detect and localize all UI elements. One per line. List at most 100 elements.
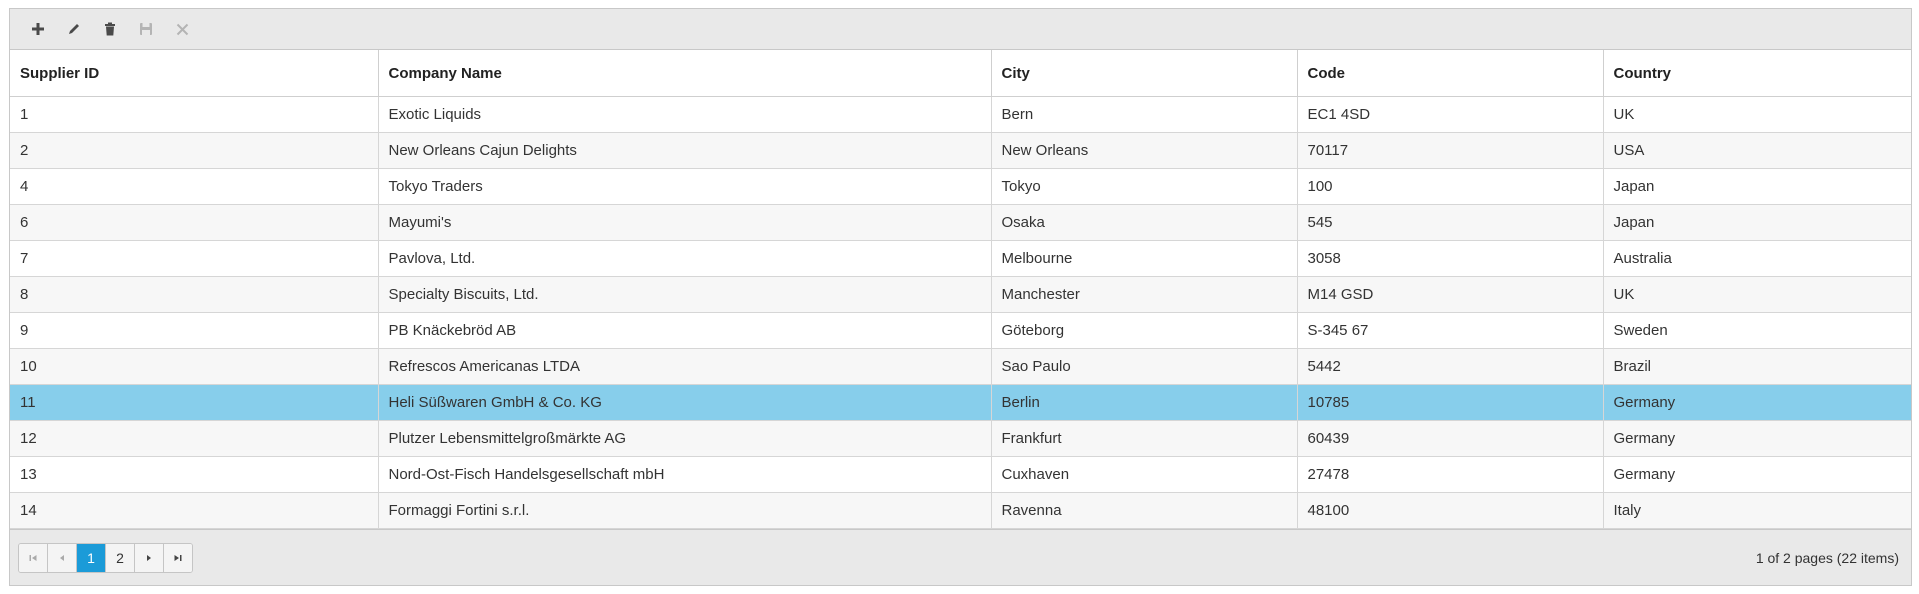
cell-company-name[interactable]: Heli Süßwaren GmbH & Co. KG	[378, 384, 992, 421]
cell-country[interactable]: UK	[1603, 276, 1911, 313]
cell-city[interactable]: Göteborg	[991, 312, 1298, 349]
last-page-button[interactable]	[164, 543, 192, 572]
cell-company-name[interactable]: Pavlova, Ltd.	[378, 240, 992, 277]
cell-supplier-id[interactable]: 10	[10, 348, 379, 385]
page-button-2[interactable]: 2	[106, 543, 135, 572]
cell-company-name[interactable]: Plutzer Lebensmittelgroßmärkte AG	[378, 420, 992, 457]
last-page-icon	[174, 554, 182, 561]
cell-company-name[interactable]: Mayumi's	[378, 204, 992, 241]
cell-company-name[interactable]: Formaggi Fortini s.r.l.	[378, 492, 992, 529]
cell-company-name[interactable]: PB Knäckebröd AB	[378, 312, 992, 349]
cell-country[interactable]: Japan	[1603, 204, 1911, 241]
cell-code[interactable]: M14 GSD	[1297, 276, 1604, 313]
edit-button[interactable]	[56, 11, 92, 47]
prev-page-icon	[60, 554, 64, 561]
page-button-1[interactable]: 1	[77, 543, 106, 572]
cell-city[interactable]: Melbourne	[991, 240, 1298, 277]
cell-code[interactable]: 70117	[1297, 132, 1604, 169]
table-row[interactable]: 7 Pavlova, Ltd. Melbourne 3058 Australia	[10, 240, 1911, 277]
cell-company-name[interactable]: New Orleans Cajun Delights	[378, 132, 992, 169]
cell-company-name[interactable]: Exotic Liquids	[378, 96, 992, 133]
pager-buttons: 1 2	[18, 542, 193, 573]
table-row[interactable]: 1 Exotic Liquids Bern EC1 4SD UK	[10, 96, 1911, 133]
cell-company-name[interactable]: Specialty Biscuits, Ltd.	[378, 276, 992, 313]
cell-country[interactable]: Australia	[1603, 240, 1911, 277]
first-page-button[interactable]	[19, 543, 48, 572]
cell-supplier-id[interactable]: 9	[10, 312, 379, 349]
cell-supplier-id[interactable]: 13	[10, 456, 379, 493]
cell-country[interactable]: Germany	[1603, 456, 1911, 493]
column-header-country[interactable]: Country	[1603, 50, 1911, 97]
grid-toolbar	[10, 9, 1911, 50]
cell-code[interactable]: 48100	[1297, 492, 1604, 529]
cell-code[interactable]: 100	[1297, 168, 1604, 205]
cell-supplier-id[interactable]: 11	[10, 384, 379, 421]
cell-supplier-id[interactable]: 12	[10, 420, 379, 457]
trash-icon	[105, 22, 115, 36]
cell-supplier-id[interactable]: 2	[10, 132, 379, 169]
cell-city[interactable]: New Orleans	[991, 132, 1298, 169]
cell-code[interactable]: 60439	[1297, 420, 1604, 457]
table-row[interactable]: 9 PB Knäckebröd AB Göteborg S-345 67 Sweden	[10, 312, 1911, 349]
table-row[interactable]: 6 Mayumi's Osaka 545 Japan	[10, 204, 1911, 241]
save-button[interactable]	[128, 11, 164, 47]
cell-country[interactable]: Germany	[1603, 384, 1911, 421]
table-row[interactable]: 2 New Orleans Cajun Delights New Orleans 70…	[10, 132, 1911, 169]
cell-city[interactable]: Sao Paulo	[991, 348, 1298, 385]
cell-supplier-id[interactable]: 1	[10, 96, 379, 133]
cell-city[interactable]: Manchester	[991, 276, 1298, 313]
cell-code[interactable]: S-345 67	[1297, 312, 1604, 349]
cell-supplier-id[interactable]: 4	[10, 168, 379, 205]
cell-code[interactable]: 3058	[1297, 240, 1604, 277]
cell-supplier-id[interactable]: 14	[10, 492, 379, 529]
cell-code[interactable]: 5442	[1297, 348, 1604, 385]
column-header-company-name[interactable]: Company Name	[378, 50, 992, 97]
close-icon	[176, 23, 188, 35]
save-icon	[140, 23, 152, 35]
cell-code[interactable]: 27478	[1297, 456, 1604, 493]
cell-supplier-id[interactable]: 7	[10, 240, 379, 277]
cell-city[interactable]: Frankfurt	[991, 420, 1298, 457]
cell-country[interactable]: USA	[1603, 132, 1911, 169]
table-row[interactable]: 14 Formaggi Fortini s.r.l. Ravenna 48100 Ita…	[10, 492, 1911, 529]
column-header-supplier-id[interactable]: Supplier ID	[10, 50, 379, 97]
cell-country[interactable]: UK	[1603, 96, 1911, 133]
delete-button[interactable]	[92, 11, 128, 47]
table-row[interactable]: 10 Refrescos Americanas LTDA Sao Paulo 5442…	[10, 348, 1911, 385]
cell-code[interactable]: 545	[1297, 204, 1604, 241]
cell-code[interactable]: 10785	[1297, 384, 1604, 421]
cell-city[interactable]: Bern	[991, 96, 1298, 133]
cell-company-name[interactable]: Nord-Ost-Fisch Handelsgesellschaft mbH	[378, 456, 992, 493]
add-button[interactable]	[20, 11, 56, 47]
cell-city[interactable]: Osaka	[991, 204, 1298, 241]
cell-country[interactable]: Germany	[1603, 420, 1911, 457]
header-row: Supplier ID Company Name City Code Count…	[10, 50, 1911, 97]
cell-country[interactable]: Brazil	[1603, 348, 1911, 385]
table-row[interactable]: 12 Plutzer Lebensmittelgroßmärkte AG Frank…	[10, 420, 1911, 457]
first-page-icon	[29, 554, 37, 561]
next-page-icon	[147, 554, 151, 561]
cell-city[interactable]: Ravenna	[991, 492, 1298, 529]
cell-supplier-id[interactable]: 6	[10, 204, 379, 241]
column-header-city[interactable]: City	[991, 50, 1298, 97]
cell-country[interactable]: Italy	[1603, 492, 1911, 529]
column-header-code[interactable]: Code	[1297, 50, 1604, 97]
cancel-button[interactable]	[164, 11, 200, 47]
grid-table: Supplier ID Company Name City Code Count…	[10, 50, 1911, 529]
cell-code[interactable]: EC1 4SD	[1297, 96, 1604, 133]
cell-country[interactable]: Sweden	[1603, 312, 1911, 349]
cell-supplier-id[interactable]: 8	[10, 276, 379, 313]
cell-city[interactable]: Tokyo	[991, 168, 1298, 205]
table-row[interactable]: 8 Specialty Biscuits, Ltd. Manchester M14 G…	[10, 276, 1911, 313]
prev-page-button[interactable]	[48, 543, 77, 572]
table-row[interactable]: 4 Tokyo Traders Tokyo 100 Japan	[10, 168, 1911, 205]
cell-company-name[interactable]: Refrescos Americanas LTDA	[378, 348, 992, 385]
cell-city[interactable]: Berlin	[991, 384, 1298, 421]
table-row[interactable]: 13 Nord-Ost-Fisch Handelsgesellschaft mbH…	[10, 456, 1911, 493]
cell-country[interactable]: Japan	[1603, 168, 1911, 205]
plus-icon	[32, 23, 44, 35]
cell-company-name[interactable]: Tokyo Traders	[378, 168, 992, 205]
next-page-button[interactable]	[135, 543, 164, 572]
table-row-selected[interactable]: 11 Heli Süßwaren GmbH & Co. KG Berlin 10785…	[10, 384, 1911, 421]
cell-city[interactable]: Cuxhaven	[991, 456, 1298, 493]
